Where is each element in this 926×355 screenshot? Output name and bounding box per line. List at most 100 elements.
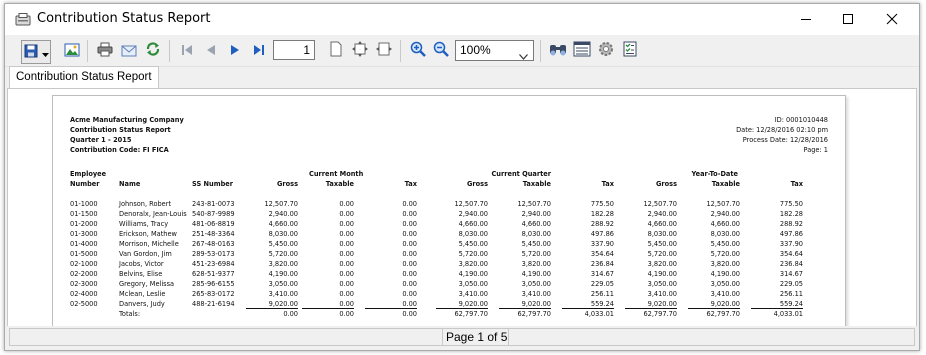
amount-cell: 0.00 — [402, 240, 417, 248]
employee-name: Williams, Tracy — [119, 220, 169, 228]
col-header-employee: Employee — [70, 170, 107, 178]
settings-icon — [598, 41, 614, 61]
zoom-in-icon — [410, 41, 426, 61]
amount-cell: 2,940.00 — [268, 210, 298, 218]
ss-number: 540-87-9989 — [192, 210, 235, 218]
email-button[interactable] — [118, 40, 140, 62]
employee-number: 01-1500 — [70, 210, 98, 218]
col-header-taxable: Taxable — [522, 180, 551, 188]
export-image-button[interactable] — [61, 40, 83, 62]
amount-cell: 3,820.00 — [458, 260, 488, 268]
amount-cell: 4,660.00 — [268, 220, 298, 228]
amount-cell: 354.64 — [590, 250, 614, 258]
col-header-gross: Gross — [466, 180, 488, 188]
amount-cell: 314.67 — [590, 270, 614, 278]
amount-cell: 288.92 — [779, 220, 803, 228]
amount-cell: 0.00 — [339, 250, 354, 258]
page-number-input[interactable]: 1 — [273, 40, 315, 60]
amount-cell: 0.00 — [402, 200, 417, 208]
amount-cell: 5,720.00 — [710, 250, 740, 258]
fit-page-button[interactable] — [349, 40, 371, 62]
employee-number: 02-2000 — [70, 270, 98, 278]
amount-cell: 236.84 — [590, 260, 614, 268]
amount-cell: 3,410.00 — [647, 290, 677, 298]
last-page-button[interactable] — [248, 40, 270, 62]
amount-cell: 0.00 — [402, 230, 417, 238]
previous-page-button[interactable] — [200, 40, 222, 62]
employee-name: Danvers, Judy — [119, 300, 165, 308]
settings-button[interactable] — [595, 40, 617, 62]
chevron-down-icon — [519, 45, 528, 64]
amount-cell: 0.00 — [402, 210, 417, 218]
amount-cell: 3,410.00 — [268, 290, 298, 298]
amount-cell: 4,190.00 — [647, 270, 677, 278]
amount-cell: 8,030.00 — [458, 230, 488, 238]
next-page-button[interactable] — [224, 40, 246, 62]
ss-number: 285-96-6155 — [192, 280, 235, 288]
amount-cell: 182.28 — [779, 210, 803, 218]
col-header-taxable: Taxable — [711, 180, 740, 188]
amount-cell: 5,450.00 — [647, 240, 677, 248]
employee-number: 02-1000 — [70, 260, 98, 268]
ss-number: 251-48-3364 — [192, 230, 235, 238]
amount-cell: 8,030.00 — [647, 230, 677, 238]
amount-cell: 256.11 — [779, 290, 803, 298]
amount-cell: 4,660.00 — [710, 220, 740, 228]
find-button[interactable] — [547, 40, 569, 62]
amount-cell: 0.00 — [339, 270, 354, 278]
refresh-button[interactable] — [142, 40, 164, 62]
amount-cell: 5,720.00 — [268, 250, 298, 258]
amount-cell: 5,450.00 — [521, 240, 551, 248]
company-name: Acme Manufacturing Company — [70, 116, 184, 124]
export-image-icon — [64, 42, 80, 61]
amount-cell: 5,450.00 — [710, 240, 740, 248]
col-header-number: Number — [70, 180, 100, 188]
amount-cell: 5,720.00 — [458, 250, 488, 258]
totals-cell: 62,797.70 — [643, 310, 677, 318]
zoom-out-button[interactable] — [430, 40, 452, 62]
print-button[interactable] — [94, 40, 116, 62]
zoom-level-select[interactable]: 100% — [455, 40, 534, 61]
group-header-year-to-date: Year-To-Date — [691, 170, 738, 178]
amount-cell: 354.64 — [779, 250, 803, 258]
first-page-button[interactable] — [176, 40, 198, 62]
amount-cell: 12,507.70 — [643, 200, 677, 208]
amount-cell: 3,050.00 — [521, 280, 551, 288]
fit-width-button[interactable] — [373, 40, 395, 62]
totals-cell: 62,797.70 — [517, 310, 551, 318]
save-button[interactable] — [21, 40, 41, 64]
amount-cell: 12,507.70 — [706, 200, 740, 208]
col-header-taxable: Taxable — [325, 180, 354, 188]
report-viewport[interactable]: Acme Manufacturing Company Contribution … — [7, 88, 917, 327]
totals-cell: 4,033.01 — [773, 310, 803, 318]
amount-cell: 288.92 — [590, 220, 614, 228]
amount-cell: 2,940.00 — [458, 210, 488, 218]
zoom-in-button[interactable] — [407, 40, 429, 62]
amount-cell: 3,820.00 — [710, 260, 740, 268]
title-bar: Contribution Status Report — [5, 4, 919, 35]
save-dropdown-button[interactable] — [40, 40, 51, 64]
amount-cell: 0.00 — [339, 260, 354, 268]
close-button[interactable] — [869, 4, 915, 35]
employee-name: Jacobs, Victor — [119, 260, 164, 268]
single-page-button[interactable] — [325, 40, 347, 62]
minimize-button[interactable] — [783, 4, 829, 35]
employee-name: Gregory, Melissa — [119, 280, 175, 288]
email-icon — [121, 42, 137, 61]
dropdown-arrow-icon — [41, 43, 49, 62]
amount-cell: 5,450.00 — [268, 240, 298, 248]
amount-cell: 256.11 — [590, 290, 614, 298]
toolbar-separator — [87, 40, 88, 62]
col-header-tax: Tax — [790, 180, 803, 188]
amount-cell: 3,050.00 — [458, 280, 488, 288]
maximize-button[interactable] — [825, 4, 871, 35]
totals-cell: 0.00 — [339, 310, 354, 318]
find-icon — [549, 42, 567, 61]
report-id: ID: 0001010448 — [774, 116, 828, 124]
amount-cell: 775.50 — [590, 200, 614, 208]
col-header-tax: Tax — [404, 180, 417, 188]
tab-contribution-status-report[interactable]: Contribution Status Report — [9, 66, 159, 89]
parameters-button[interactable] — [619, 40, 641, 62]
group-tree-button[interactable] — [571, 40, 593, 62]
amount-cell: 2,940.00 — [521, 210, 551, 218]
